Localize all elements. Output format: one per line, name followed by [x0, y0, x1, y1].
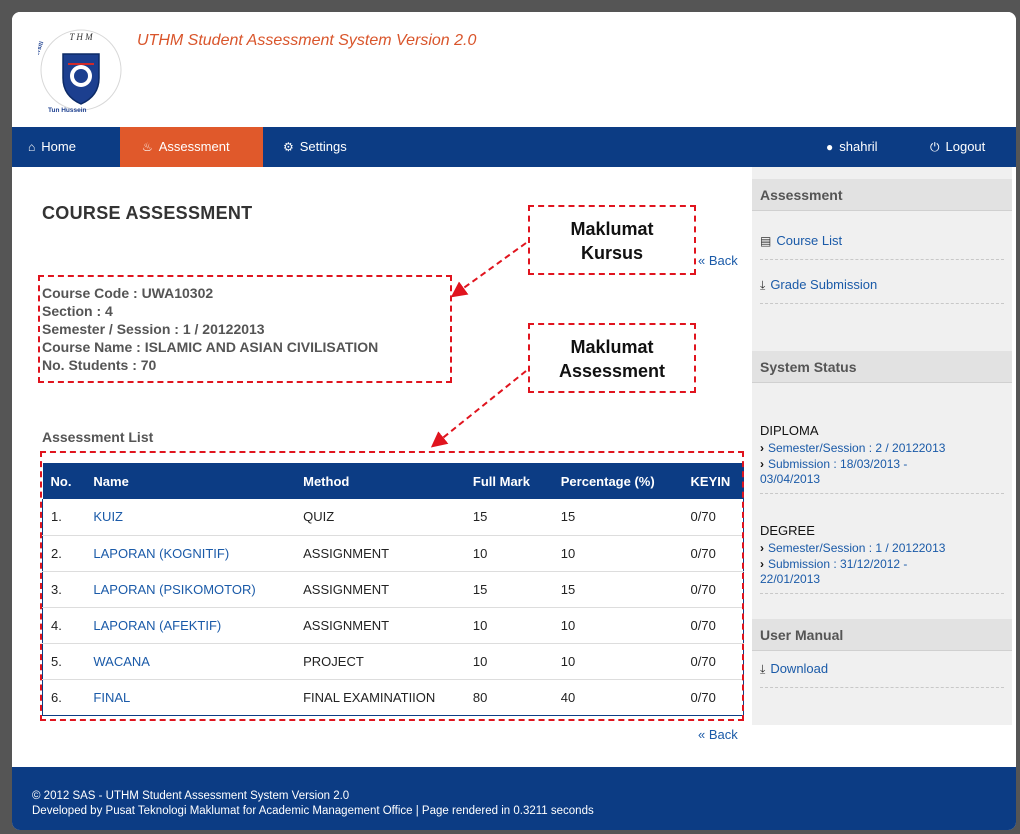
footer-credits: Developed by Pusat Teknologi Maklumat fo… — [32, 805, 594, 817]
status-degree-semester-text: Semester/Session : 1 / 20122013 — [768, 541, 946, 555]
back-link-bottom[interactable]: « Back — [698, 727, 738, 742]
note-kursus-line1: Maklumat — [570, 219, 654, 239]
status-diploma-submission-end: 03/04/2013 — [760, 472, 821, 486]
main-content: COURSE ASSESSMENT « Back Course Code : U… — [12, 167, 752, 767]
list-icon: ▤ — [760, 234, 772, 248]
note-assessment-line1: Maklumat — [570, 337, 654, 357]
uthm-logo: T H M Tun Hussein Universiti — [38, 29, 122, 114]
svg-text:Tun Hussein: Tun Hussein — [48, 107, 87, 114]
divider — [760, 303, 1004, 304]
divider — [760, 593, 1004, 594]
nav-home-label: Home — [41, 139, 76, 154]
chevron-right-icon: › — [760, 441, 764, 455]
status-degree-submission-text: Submission : 31/12/2012 - — [768, 557, 908, 571]
assessment-table-highlight — [40, 451, 744, 721]
status-degree: DEGREE — [760, 523, 815, 538]
nav-user[interactable]: ● shahril — [826, 127, 916, 167]
nav-assessment[interactable]: ♨ Assessment — [120, 127, 263, 167]
gear-icon: ⚙ — [283, 140, 294, 154]
sidebar-download-label: Download — [770, 661, 829, 676]
sidebar-course-list[interactable]: ▤ Course List — [760, 233, 842, 248]
course-info-highlight — [38, 275, 452, 383]
main-nav: ⌂ Home ♨ Assessment ⚙ Settings ● shahril ⏻ Lo… — [12, 127, 1016, 167]
arrow-kursus — [450, 242, 527, 298]
footer: © 2012 SAS - UTHM Student Assessment Sys… — [12, 767, 1016, 830]
status-degree-submission-end: 22/01/2013 — [760, 572, 821, 586]
status-diploma-submission-text: Submission : 18/03/2013 - — [768, 457, 908, 471]
nav-logout[interactable]: ⏻ Logout — [930, 127, 1010, 167]
sidebar-grade-submission-label: Grade Submission — [770, 277, 878, 292]
status-degree-semester: › Semester/Session : 1 / 20122013 — [760, 541, 1010, 556]
note-assessment-line2: Assessment — [558, 361, 666, 381]
power-icon: ⏻ — [930, 140, 940, 154]
app-window: T H M Tun Hussein Universiti UTHM Studen… — [12, 12, 1016, 830]
sidebar-status-head: System Status — [752, 351, 1012, 383]
sidebar-course-list-label: Course List — [776, 233, 843, 248]
divider — [760, 259, 1004, 260]
note-kursus: Maklumat Kursus — [528, 217, 696, 265]
footer-copyright: © 2012 SAS - UTHM Student Assessment Sys… — [32, 790, 350, 802]
chevron-right-icon: › — [760, 557, 764, 571]
note-assessment: Maklumat Assessment — [528, 335, 696, 383]
status-diploma-submission: › Submission : 18/03/2013 - — [760, 457, 1010, 472]
user-icon: ● — [826, 140, 834, 154]
assessment-list-label: Assessment List — [42, 429, 154, 445]
status-degree-submission: › Submission : 31/12/2012 - — [760, 557, 1010, 572]
nav-settings[interactable]: ⚙ Settings — [263, 127, 383, 167]
header: T H M Tun Hussein Universiti UTHM Studen… — [12, 12, 1016, 127]
sidebar-download[interactable]: ⤓ Download — [760, 661, 828, 677]
chevron-right-icon: › — [760, 541, 764, 555]
fire-icon: ♨ — [142, 140, 153, 154]
nav-user-label: shahril — [839, 139, 878, 154]
note-kursus-line2: Kursus — [580, 243, 643, 263]
svg-text:T H M: T H M — [69, 32, 93, 42]
divider — [760, 493, 1004, 494]
sidebar-grade-submission[interactable]: ⤓ Grade Submission — [760, 277, 877, 293]
status-diploma-semester-text: Semester/Session : 2 / 20122013 — [768, 441, 946, 455]
back-link-top[interactable]: « Back — [698, 253, 738, 268]
nav-assessment-label: Assessment — [158, 139, 230, 154]
status-diploma-semester: › Semester/Session : 2 / 20122013 — [760, 441, 1010, 456]
home-icon: ⌂ — [28, 140, 36, 154]
sidebar: Assessment ▤ Course List ⤓ Grade Submissio… — [752, 167, 1012, 725]
nav-home[interactable]: ⌂ Home — [12, 127, 120, 167]
page-title: COURSE ASSESSMENT — [42, 203, 253, 223]
site-title: UTHM Student Assessment System Version 2… — [137, 32, 477, 49]
divider — [760, 687, 1004, 688]
nav-settings-label: Settings — [299, 139, 347, 154]
download-icon: ⤓ — [760, 662, 766, 676]
chevron-right-icon: › — [760, 457, 764, 471]
status-diploma: DIPLOMA — [760, 423, 819, 438]
sidebar-assessment-head: Assessment — [752, 179, 1012, 211]
download-icon: ⤓ — [760, 278, 766, 292]
sidebar-manual-head: User Manual — [752, 619, 1012, 651]
nav-logout-label: Logout — [945, 139, 986, 154]
